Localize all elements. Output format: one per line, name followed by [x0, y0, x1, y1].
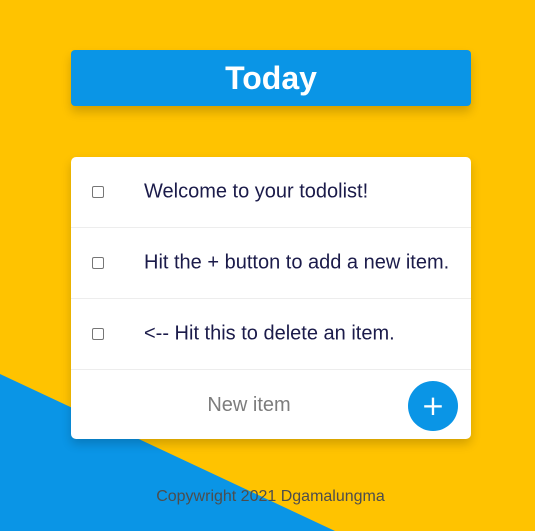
- page-title: Today: [225, 59, 317, 96]
- new-item-row: +: [71, 370, 471, 439]
- new-item-input[interactable]: [71, 370, 427, 439]
- page-title-bar: Today: [71, 50, 471, 106]
- todo-item-label: <-- Hit this to delete an item.: [144, 322, 395, 345]
- todo-checkbox[interactable]: [92, 328, 104, 340]
- todo-item: Hit the + button to add a new item.: [71, 228, 471, 299]
- todo-checkbox[interactable]: [92, 186, 104, 198]
- todo-item-label: Hit the + button to add a new item.: [144, 251, 450, 274]
- todo-item: Welcome to your todolist!: [71, 157, 471, 228]
- todo-list-card: Welcome to your todolist! Hit the + butt…: [71, 157, 471, 439]
- add-item-button[interactable]: +: [408, 381, 458, 431]
- todo-checkbox[interactable]: [92, 257, 104, 269]
- footer-copyright: Copywright 2021 Dgamalungma: [156, 488, 385, 505]
- todo-item-label: Welcome to your todolist!: [144, 180, 369, 203]
- todo-item: <-- Hit this to delete an item.: [71, 299, 471, 370]
- plus-icon: +: [421, 389, 445, 422]
